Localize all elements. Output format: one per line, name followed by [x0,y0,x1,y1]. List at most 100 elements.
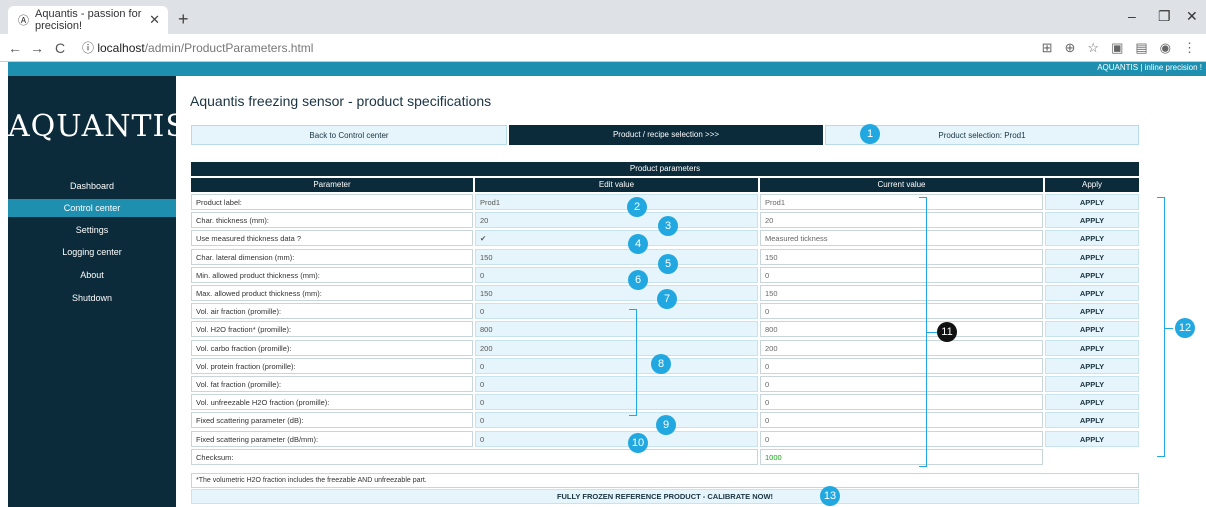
recipe-selection-button[interactable]: Product / recipe selection >>> [509,125,823,145]
annotation-bracket-11 [919,197,927,467]
sidebar-item-shutdown[interactable]: Shutdown [8,289,176,307]
edit-value-input[interactable]: 150 [475,285,758,301]
apply-button[interactable]: APPLY [1045,248,1139,265]
sidebar-item-settings[interactable]: Settings [8,221,176,239]
parameter-label: Vol. unfreezable H2O fraction (promille)… [191,394,473,411]
parameter-label: Vol. H2O fraction* (promille): [191,321,473,338]
app-top-strip: AQUANTIS | inline precision ! [8,62,1206,76]
parameter-label: Fixed scattering parameter (dB): [191,412,473,429]
edit-value-input[interactable]: 150 [475,248,758,265]
pdf-icon[interactable]: ▤ [1135,40,1147,56]
current-value: 0 [760,303,1043,320]
annotation-badge: 12 [1175,318,1195,338]
calibrate-button[interactable]: FULLY FROZEN REFERENCE PRODUCT - CALIBRA… [191,489,1139,504]
parameter-label: Vol. carbo fraction (promille): [191,339,473,356]
sidebar-item-about[interactable]: About [8,266,176,284]
sidebar-item-control-center[interactable]: Control center [8,199,176,217]
edit-value-input[interactable]: 800 [475,321,758,338]
parameter-label: Fixed scattering parameter (dB/mm): [191,430,473,447]
annotation-badge: 8 [651,354,671,374]
apply-button[interactable]: APPLY [1045,194,1139,210]
current-value: 0 [760,430,1043,447]
current-value: 0 [760,376,1043,392]
edit-value-input[interactable]: 0 [475,394,758,411]
annotation-badge: 9 [656,415,676,435]
product-parameters-table: Product parameters Parameter Edit value … [191,162,1139,465]
tab-close-icon[interactable]: ✕ [149,12,160,28]
table-row: Vol. carbo fraction (promille): 200 200 APP… [191,339,1139,356]
parameter-label: Max. allowed product thickness (mm): [191,285,473,301]
current-value: 0 [760,357,1043,374]
current-value: 200 [760,339,1043,356]
new-tab-button[interactable]: + [178,9,189,30]
extension-icon[interactable]: ▣ [1111,40,1123,56]
zoom-icon[interactable]: ⊕ [1065,40,1076,56]
header-parameter: Parameter [191,178,473,192]
edit-value-input[interactable]: 0 [475,266,758,283]
brand-line: AQUANTIS | inline precision ! [1097,63,1202,72]
menu-icon[interactable]: ⋮ [1183,40,1196,56]
site-icon: Ⓐ [18,15,29,27]
apply-button[interactable]: APPLY [1045,339,1139,356]
footnote: *The volumetric H2O fraction includes th… [191,473,1139,488]
table-row: Product label: Prod1 Prod1 APPLY [191,194,1139,210]
url-host: localhost [97,41,145,55]
translate-icon[interactable]: ⊞ [1042,40,1053,56]
back-arrow-icon[interactable]: ← [8,40,22,56]
annotation-badge: 13 [820,486,840,506]
table-row: Vol. fat fraction (promille): 0 0 APPLY [191,376,1139,392]
annotation-badge: 4 [628,234,648,254]
current-value: 0 [760,266,1043,283]
profile-icon[interactable]: ◉ [1160,40,1171,56]
annotation-badge: 1 [860,124,880,144]
edit-value-input[interactable]: 200 [475,339,758,356]
header-edit-value: Edit value [475,178,758,192]
page-title: Aquantis freezing sensor - product speci… [190,93,492,109]
star-icon[interactable]: ☆ [1087,40,1099,56]
apply-button[interactable]: APPLY [1045,376,1139,392]
annotation-badge: 2 [627,197,647,217]
back-to-control-center-button[interactable]: Back to Control center [191,125,507,145]
apply-button[interactable]: APPLY [1045,303,1139,320]
browser-tab[interactable]: Ⓐ Aquantis - passion for precision! ✕ [8,6,168,34]
checksum-row: Checksum: 1000 [191,448,1139,465]
apply-button[interactable]: APPLY [1045,321,1139,338]
logo: AQUANTIS [8,109,187,144]
edit-value-input[interactable]: 0 [475,357,758,374]
apply-button[interactable]: APPLY [1045,357,1139,374]
apply-button[interactable]: APPLY [1045,266,1139,283]
edit-value-input[interactable]: ✔ [475,230,758,247]
parameter-label: Use measured thickness data ? [191,230,473,247]
sidebar: AQUANTIS Dashboard Control center Settin… [8,76,187,507]
parameter-label: Char. lateral dimension (mm): [191,248,473,265]
apply-button[interactable]: APPLY [1045,430,1139,447]
apply-button[interactable]: APPLY [1045,394,1139,411]
button-row: Back to Control center Product / recipe … [191,125,1139,145]
apply-button[interactable]: APPLY [1045,212,1139,229]
sidebar-item-dashboard[interactable]: Dashboard [8,177,176,195]
restore-button[interactable]: ❐ [1158,8,1171,25]
forward-arrow-icon[interactable]: → [30,40,44,56]
edit-value-input[interactable]: 20 [475,212,758,229]
edit-value-input[interactable]: 0 [475,412,758,429]
edit-value-input[interactable]: 0 [475,303,758,320]
apply-button[interactable]: APPLY [1045,412,1139,429]
parameter-label: Product label: [191,194,473,210]
edit-value-input[interactable]: 0 [475,430,758,447]
reload-icon[interactable]: C [55,40,65,56]
apply-button[interactable]: APPLY [1045,285,1139,301]
current-value: 20 [760,212,1043,229]
url-field[interactable]: ⓘ localhost/admin/ProductParameters.html [82,39,313,56]
current-value: 800 [760,321,1043,338]
parameter-label: Char. thickness (mm): [191,212,473,229]
edit-value-input[interactable]: Prod1 [475,194,758,210]
minimize-button[interactable]: – [1128,8,1136,24]
annotation-badge: 6 [628,270,648,290]
sidebar-item-logging-center[interactable]: Logging center [8,243,176,261]
checksum-value: 1000 [760,448,1043,465]
current-value: 0 [760,412,1043,429]
window-close-button[interactable]: ✕ [1186,8,1198,25]
edit-value-input[interactable]: 0 [475,376,758,392]
annotation-line-12 [1165,328,1173,329]
apply-button[interactable]: APPLY [1045,230,1139,247]
